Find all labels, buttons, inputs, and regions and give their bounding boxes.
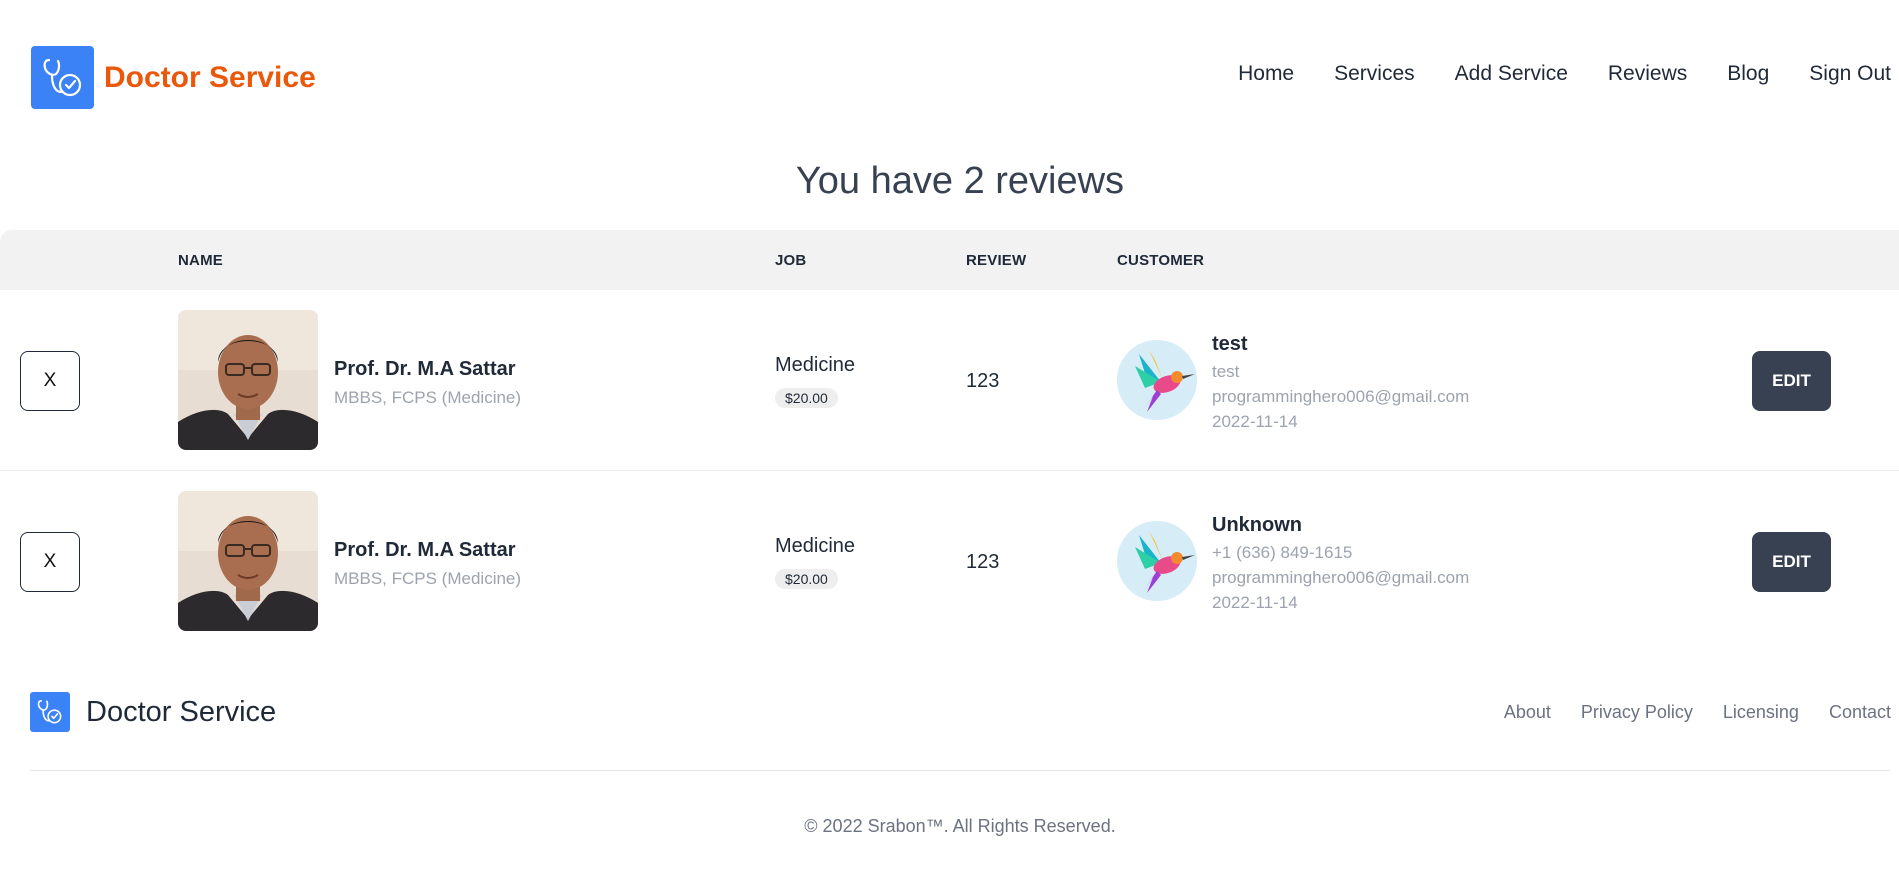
customer-email: programminghero006@gmail.com <box>1212 387 1470 406</box>
customer-avatar <box>1117 340 1197 420</box>
customer-detail: test <box>1212 362 1240 381</box>
stethoscope-clock-icon <box>31 46 94 109</box>
main-nav: Home Services Add Service Reviews Blog S… <box>1238 62 1891 86</box>
brand-name: Doctor Service <box>104 60 316 94</box>
delete-review-button[interactable]: X <box>20 351 80 411</box>
customer-phone: +1 (636) 849-1615 <box>1212 543 1353 562</box>
footer-link-about[interactable]: About <box>1504 702 1551 723</box>
nav-add-service[interactable]: Add Service <box>1455 62 1568 86</box>
nav-services[interactable]: Services <box>1334 62 1415 86</box>
footer-link-privacy-policy[interactable]: Privacy Policy <box>1581 702 1693 723</box>
price-badge: $20.00 <box>775 388 838 408</box>
stethoscope-clock-icon <box>30 692 70 732</box>
footer-nav: About Privacy Policy Licensing Contact <box>1504 702 1891 723</box>
column-job-header: JOB <box>775 252 807 269</box>
footer-brand-name: Doctor Service <box>86 695 277 728</box>
nav-reviews[interactable]: Reviews <box>1608 62 1687 86</box>
review-date: 2022-11-14 <box>1212 412 1298 431</box>
brand[interactable]: Doctor Service <box>31 46 316 109</box>
customer-name: test <box>1212 333 1248 355</box>
doctor-photo <box>178 491 318 631</box>
doctor-name: Prof. Dr. M.A Sattar <box>334 539 516 561</box>
footer-link-licensing[interactable]: Licensing <box>1723 702 1799 723</box>
nav-sign-out[interactable]: Sign Out <box>1809 62 1891 86</box>
review-value: 123 <box>966 551 1000 573</box>
footer-divider <box>30 770 1890 771</box>
customer-name: Unknown <box>1212 514 1302 536</box>
navbar: Doctor Service Home Services Add Service… <box>0 0 1899 150</box>
copyright: © 2022 Srabon™. All Rights Reserved. <box>804 816 1116 836</box>
customer-avatar <box>1117 521 1197 601</box>
reviews-table: NAME JOB REVIEW CUSTOMER X Prof. Dr. M.A… <box>0 230 1899 652</box>
edit-review-button[interactable]: EDIT <box>1752 532 1831 592</box>
column-name-header: NAME <box>178 252 223 269</box>
doctor-degree: MBBS, FCPS (Medicine) <box>334 388 522 407</box>
footer-link-contact[interactable]: Contact <box>1829 702 1891 723</box>
table-row: X Prof. Dr. M.A Sattar MBBS, FCPS (Medic… <box>0 290 1899 471</box>
footer-brand[interactable]: Doctor Service <box>30 692 276 732</box>
customer-email: programminghero006@gmail.com <box>1212 568 1470 587</box>
page-title: You have 2 reviews <box>795 160 1125 202</box>
edit-review-button[interactable]: EDIT <box>1752 351 1831 411</box>
doctor-photo <box>178 310 318 450</box>
review-date: 2022-11-14 <box>1212 593 1298 612</box>
price-badge: $20.00 <box>775 569 838 589</box>
review-value: 123 <box>966 370 1000 392</box>
job-name: Medicine <box>775 535 856 557</box>
column-customer-header: CUSTOMER <box>1117 252 1205 269</box>
delete-review-button[interactable]: X <box>20 532 80 592</box>
column-review-header: REVIEW <box>966 252 1027 269</box>
doctor-name: Prof. Dr. M.A Sattar <box>334 358 516 380</box>
job-name: Medicine <box>775 354 856 376</box>
table-row: X Prof. Dr. M.A Sattar MBBS, FCPS (Medic… <box>0 471 1899 652</box>
table-header: NAME JOB REVIEW CUSTOMER <box>0 230 1899 290</box>
nav-home[interactable]: Home <box>1238 62 1294 86</box>
nav-blog[interactable]: Blog <box>1727 62 1769 86</box>
doctor-degree: MBBS, FCPS (Medicine) <box>334 569 522 588</box>
